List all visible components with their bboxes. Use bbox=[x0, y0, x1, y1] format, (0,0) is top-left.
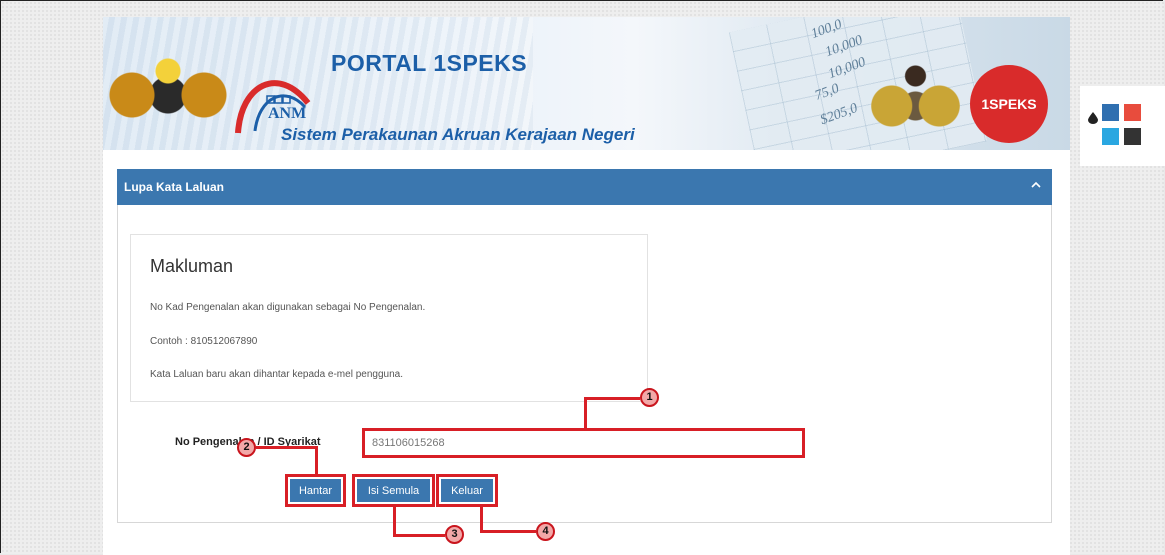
notice-line: Contoh : 810512067890 bbox=[150, 336, 258, 347]
reset-button-highlight: Isi Semula bbox=[352, 474, 435, 507]
callout-connector bbox=[584, 397, 640, 400]
exit-button-highlight: Keluar bbox=[436, 474, 498, 507]
chevron-up-icon[interactable] bbox=[1031, 181, 1041, 189]
submit-button-highlight: Hantar bbox=[285, 474, 346, 507]
portal-title: PORTAL 1SPEKS bbox=[331, 50, 528, 76]
panel-header[interactable]: Lupa Kata Laluan bbox=[117, 169, 1052, 205]
1speks-logo: 1SPEKS bbox=[970, 65, 1048, 143]
reset-button[interactable]: Isi Semula bbox=[357, 479, 430, 502]
johor-crest-logo bbox=[868, 61, 963, 136]
exit-button[interactable]: Keluar bbox=[441, 479, 493, 502]
anm-label: ANM bbox=[268, 105, 307, 122]
callout-connector bbox=[393, 534, 445, 537]
id-number-input[interactable] bbox=[362, 428, 805, 458]
callout-marker: 2 bbox=[237, 438, 256, 457]
callout-marker: 4 bbox=[536, 522, 555, 541]
theme-swatch-dark[interactable] bbox=[1124, 128, 1141, 145]
panel-title: Lupa Kata Laluan bbox=[124, 180, 225, 194]
notice-line: No Kad Pengenalan akan digunakan sebagai… bbox=[150, 302, 426, 313]
notice-title: Makluman bbox=[150, 256, 234, 276]
notice-line: Kata Laluan baru akan dihantar kepada e-… bbox=[150, 369, 403, 380]
droplet-icon[interactable] bbox=[1088, 112, 1098, 124]
callout-connector bbox=[584, 398, 587, 429]
malaysia-crest-logo bbox=[108, 47, 228, 127]
theme-switcher bbox=[1080, 86, 1165, 166]
theme-swatch-light-blue[interactable] bbox=[1102, 128, 1119, 145]
header-banner: 100,0 10,000 10,000 75,0 $205,0 PORTAL 1… bbox=[103, 17, 1070, 150]
callout-connector bbox=[393, 507, 396, 537]
theme-swatch-red[interactable] bbox=[1124, 104, 1141, 121]
theme-swatch-blue[interactable] bbox=[1102, 104, 1119, 121]
system-name: Sistem Perakaunan Akruan Kerajaan Negeri bbox=[281, 125, 635, 144]
callout-connector bbox=[256, 446, 318, 449]
callout-marker: 3 bbox=[445, 525, 464, 544]
callout-marker: 1 bbox=[640, 388, 659, 407]
callout-connector bbox=[480, 530, 536, 533]
callout-connector bbox=[315, 446, 318, 475]
submit-button[interactable]: Hantar bbox=[290, 479, 341, 502]
notice-box: Makluman No Kad Pengenalan akan digunaka… bbox=[130, 234, 648, 402]
